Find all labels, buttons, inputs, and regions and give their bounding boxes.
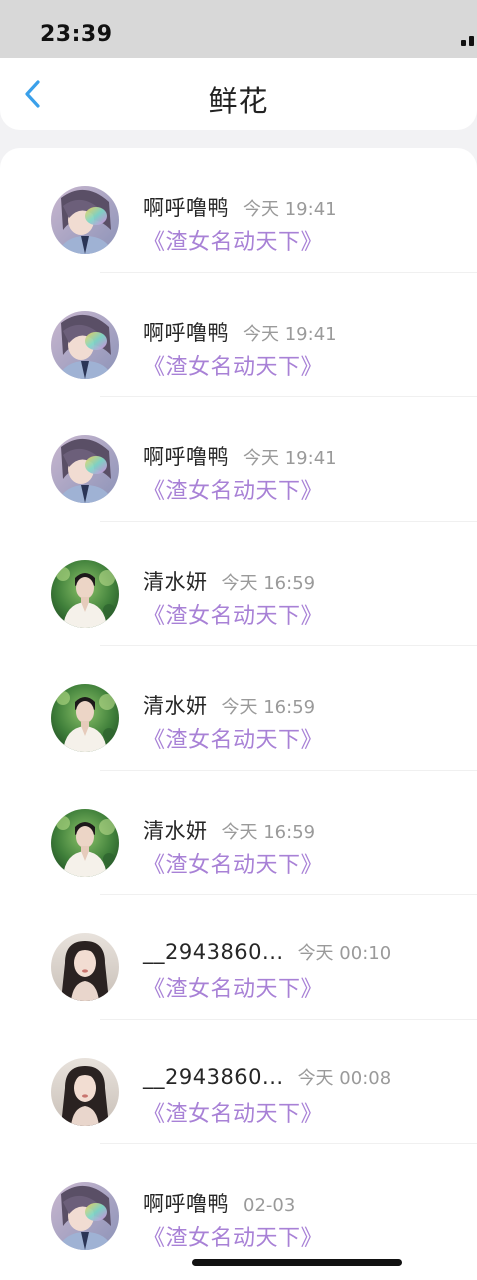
- user-name[interactable]: 清水妍: [143, 570, 208, 594]
- item-time: 今天 19:41: [243, 199, 337, 220]
- home-indicator: [192, 1259, 402, 1266]
- list-item[interactable]: 啊呼噜鸭 今天 19:41 《渣女名动天下》: [0, 148, 477, 273]
- item-time: 今天 00:08: [297, 1067, 392, 1089]
- book-title-link[interactable]: 《渣女名动天下》: [143, 473, 323, 505]
- item-header: 啊呼噜鸭 今天 19:41: [143, 441, 337, 471]
- list-item[interactable]: __2943860... 今天 00:10 《渣女名动天下》: [0, 895, 477, 1020]
- list-item[interactable]: 清水妍 今天 16:59 《渣女名动天下》: [0, 771, 477, 895]
- user-name[interactable]: 啊呼噜鸭: [143, 1192, 229, 1216]
- item-time: 今天 16:59: [221, 821, 316, 843]
- list-item[interactable]: 清水妍 今天 16:59 《渣女名动天下》: [0, 522, 477, 646]
- item-header: 啊呼噜鸭 今天 19:41: [143, 317, 337, 347]
- avatar[interactable]: [51, 435, 119, 503]
- item-header: 清水妍 今天 16:59: [143, 815, 315, 845]
- item-time: 今天 00:10: [297, 943, 392, 964]
- user-name[interactable]: 清水妍: [143, 819, 208, 843]
- signal-icon: [461, 34, 477, 46]
- page-title: 鲜花: [208, 84, 269, 118]
- nav-bar: 鲜花: [0, 58, 477, 130]
- list-item[interactable]: 啊呼噜鸭 今天 19:41 《渣女名动天下》: [0, 273, 477, 397]
- status-time: 23:39: [40, 22, 113, 47]
- avatar[interactable]: [51, 808, 119, 877]
- avatar[interactable]: [51, 1057, 119, 1126]
- item-header: 清水妍 今天 16:59: [143, 566, 315, 596]
- user-name[interactable]: 清水妍: [143, 694, 208, 718]
- avatar[interactable]: [51, 559, 119, 628]
- list-item[interactable]: __2943860... 今天 00:08 《渣女名动天下》: [0, 1020, 477, 1144]
- book-title-link[interactable]: 《渣女名动天下》: [143, 1096, 323, 1128]
- list-item[interactable]: 啊呼噜鸭 02-03 《渣女名动天下》: [0, 1144, 477, 1269]
- item-time: 今天 16:59: [221, 697, 316, 718]
- avatar[interactable]: [51, 684, 119, 752]
- item-time: 今天 19:41: [243, 448, 337, 469]
- item-header: __2943860... 今天 00:08: [143, 1064, 391, 1090]
- avatar[interactable]: [51, 933, 119, 1001]
- book-title-link[interactable]: 《渣女名动天下》: [143, 722, 323, 754]
- user-name[interactable]: __2943860...: [143, 940, 284, 964]
- gift-record-list: 啊呼噜鸭 今天 19:41 《渣女名动天下》 啊呼噜鸭 今天 19:41 《渣女名动天下》…: [0, 148, 477, 1280]
- avatar[interactable]: [51, 310, 119, 379]
- user-name[interactable]: 啊呼噜鸭: [143, 321, 229, 345]
- book-title-link[interactable]: 《渣女名动天下》: [143, 349, 323, 381]
- item-header: __2943860... 今天 00:10: [143, 939, 391, 965]
- book-title-link[interactable]: 《渣女名动天下》: [143, 971, 323, 1003]
- book-title-link[interactable]: 《渣女名动天下》: [143, 1220, 323, 1252]
- item-header: 清水妍 今天 16:59: [143, 690, 315, 720]
- user-name[interactable]: 啊呼噜鸭: [143, 196, 229, 220]
- book-title-link[interactable]: 《渣女名动天下》: [143, 224, 323, 256]
- item-time: 今天 16:59: [221, 572, 316, 594]
- avatar[interactable]: [51, 186, 119, 254]
- item-time: 02-03: [243, 1195, 296, 1216]
- list-item[interactable]: 清水妍 今天 16:59 《渣女名动天下》: [0, 646, 477, 771]
- book-title-link[interactable]: 《渣女名动天下》: [143, 847, 323, 879]
- item-header: 啊呼噜鸭 今天 19:41: [143, 192, 337, 222]
- user-name[interactable]: 啊呼噜鸭: [143, 445, 229, 469]
- status-bar: 23:39: [0, 0, 477, 58]
- item-header: 啊呼噜鸭 02-03: [143, 1188, 295, 1218]
- list-item[interactable]: 啊呼噜鸭 今天 19:41 《渣女名动天下》: [0, 397, 477, 522]
- book-title-link[interactable]: 《渣女名动天下》: [143, 598, 323, 630]
- user-name[interactable]: __2943860...: [143, 1065, 284, 1089]
- avatar[interactable]: [51, 1182, 119, 1250]
- item-time: 今天 19:41: [243, 323, 337, 345]
